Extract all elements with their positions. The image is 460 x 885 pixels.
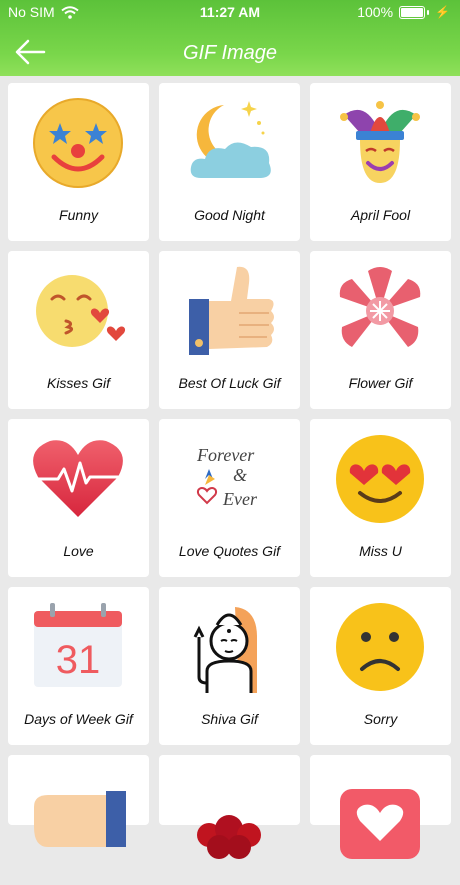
category-card-partial[interactable] [159,755,300,859]
category-label: Love [63,543,94,559]
category-label: Funny [59,207,98,223]
category-card-partial[interactable] [8,755,149,847]
category-label: Love Quotes Gif [178,543,281,559]
category-card-sorry[interactable]: Sorry [310,587,451,745]
category-card-best-of-luck-gif[interactable]: Best Of Luck Gif [159,251,300,409]
category-label: Best Of Luck Gif [178,375,281,391]
quote-word-ever: Ever [222,489,258,509]
category-card-love-quotes-gif[interactable]: Forever & Ever Love Quotes Gif [159,419,300,577]
category-grid: Funny Good Night April Fool Kisses Gif B… [8,83,452,859]
shiva-icon [193,607,257,693]
sad-face-icon [336,603,424,691]
category-label: Kisses Gif [46,375,110,391]
page-title: GIF Image [182,42,278,64]
category-card-shiva-gif[interactable]: Shiva Gif [159,587,300,745]
category-card-good-night[interactable]: Good Night [159,83,300,241]
category-label: April Fool [350,207,411,223]
category-card-love[interactable]: Love [8,419,149,577]
heart-card-icon [340,789,420,859]
battery-icon [399,5,426,19]
thumbs-up-icon [189,266,274,355]
flower-icon [339,267,421,347]
calendar-icon: 31 [34,603,122,687]
moon-cloud-icon [190,101,271,178]
category-card-miss-u[interactable]: Miss U [310,419,451,577]
category-label: Shiva Gif [201,711,258,727]
app-header: No SIM 11:27 AM 100% ⚡ GIF Image [0,0,460,76]
quote-word-forever: Forever [196,445,255,465]
category-card-kisses-gif[interactable]: Kisses Gif [8,251,149,409]
category-card-partial[interactable] [310,755,451,859]
heart-eyes-face-icon [336,435,424,523]
status-bar: No SIM 11:27 AM 100% ⚡ [0,0,460,24]
category-card-flower-gif[interactable]: Flower Gif [310,251,451,409]
charging-icon: ⚡ [435,5,450,19]
heartbeat-icon [33,440,123,517]
jester-mask-icon [340,101,420,183]
battery-percent: 100% [357,4,394,20]
category-label: Sorry [363,711,398,727]
category-label: Flower Gif [348,375,413,391]
category-label: Good Night [194,207,265,223]
clown-face-icon [33,98,123,188]
category-label: Miss U [359,543,402,559]
kissing-face-icon [36,275,126,347]
category-label: Days of Week Gif [24,711,133,727]
category-card-april-fool[interactable]: April Fool [310,83,451,241]
category-card-funny[interactable]: Funny [8,83,149,241]
category-card-days-of-week-gif[interactable]: 31 Days of Week Gif [8,587,149,745]
quote-word-and: & [233,465,247,485]
calendar-day-number: 31 [56,638,101,682]
roses-icon [197,815,261,859]
forever-and-ever-icon: Forever & Ever [196,445,258,509]
hand-icon [34,791,126,847]
